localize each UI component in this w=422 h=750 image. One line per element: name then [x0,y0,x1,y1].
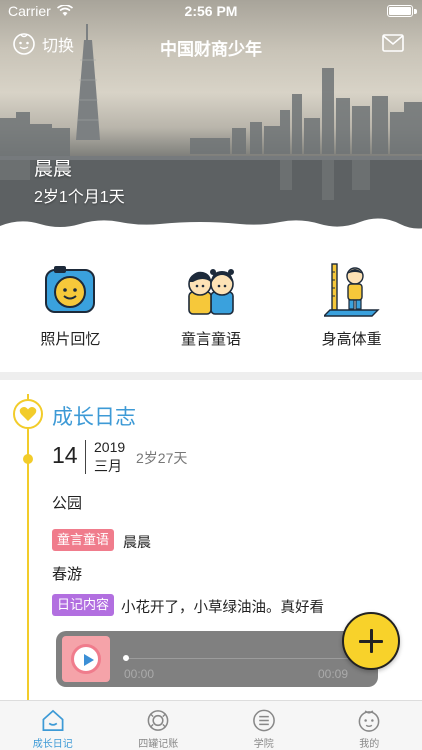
play-button[interactable] [71,644,101,674]
tab-label: 四罐记账 [138,739,179,750]
entry-age: 2岁27天 [136,450,188,466]
feature-label: 童言童语 [181,331,242,348]
feature-height-weight[interactable]: 身高体重 [281,230,422,372]
height-icon [323,263,380,317]
jar-icon [147,710,169,731]
heart-badge [13,399,43,429]
clock: 2:56 PM [184,3,238,19]
feature-grid: 照片回忆 童言童语 身高体重 [0,230,422,372]
diary-content-tag: 日记内容 [52,594,115,616]
entry-year: 2019 [94,439,126,455]
battery-icon [387,5,413,17]
baby-face-icon [358,710,380,732]
tab-label: 成长日记 [32,739,73,750]
timeline-dot [23,454,33,464]
tab-four-jars[interactable]: 四罐记账 [106,701,212,750]
heart-icon [19,407,37,421]
wave-divider [0,218,422,232]
tab-mine[interactable]: 我的 [317,701,422,750]
audio-thumbnail [62,636,110,682]
diary-title: 成长日志 [52,406,136,429]
app-screen: Carrier 2:56 PM 切换 中国财商少年 晨晨 2岁1个月1天 照片回… [0,0,422,750]
audio-current-time: 00:00 [124,667,155,681]
tab-academy[interactable]: 学院 [211,701,317,750]
audio-progress-track[interactable] [124,658,370,659]
tab-label: 学院 [253,739,274,750]
child-age: 2岁1个月1天 [34,189,125,206]
camera-icon [45,266,96,313]
timeline-line [27,394,29,700]
feature-photo-memories[interactable]: 照片回忆 [0,230,141,372]
entry-activity: 春游 [52,566,83,583]
feature-label: 照片回忆 [40,331,101,348]
kids-quote-text: 晨晨 [123,534,151,550]
entry-day: 14 [52,442,78,468]
house-icon [42,709,64,731]
nav-bar: 切换 中国财商少年 [0,28,422,62]
audio-player: 00:00 00:09 [56,631,378,687]
entry-place: 公园 [52,495,83,512]
status-bar: Carrier 2:56 PM [0,0,422,22]
feature-label: 身高体重 [321,331,382,348]
battery-tip-icon [414,9,417,14]
list-icon [252,709,275,732]
kids-quote-tag: 童言童语 [52,529,115,551]
mail-icon[interactable] [382,34,404,52]
kids-icon [188,269,234,315]
tab-label: 我的 [359,739,380,750]
add-entry-button[interactable] [342,612,400,670]
app-title: 中国财商少年 [160,40,262,59]
hero-banner: Carrier 2:56 PM 切换 中国财商少年 晨晨 2岁1个月1天 [0,0,422,232]
date-divider [85,440,86,474]
audio-duration: 00:09 [317,667,348,681]
entry-month: 三月 [94,458,122,474]
child-name: 晨晨 [34,159,73,180]
diary-content-text: 小花开了，小草绿油油。真好看 [121,600,324,616]
audio-progress-knob[interactable] [123,655,129,661]
tab-bar: 成长日记 四罐记账 学院 我的 [0,700,422,750]
feature-kids-quotes[interactable]: 童言童语 [141,230,282,372]
tab-growth-diary[interactable]: 成长日记 [0,701,106,750]
